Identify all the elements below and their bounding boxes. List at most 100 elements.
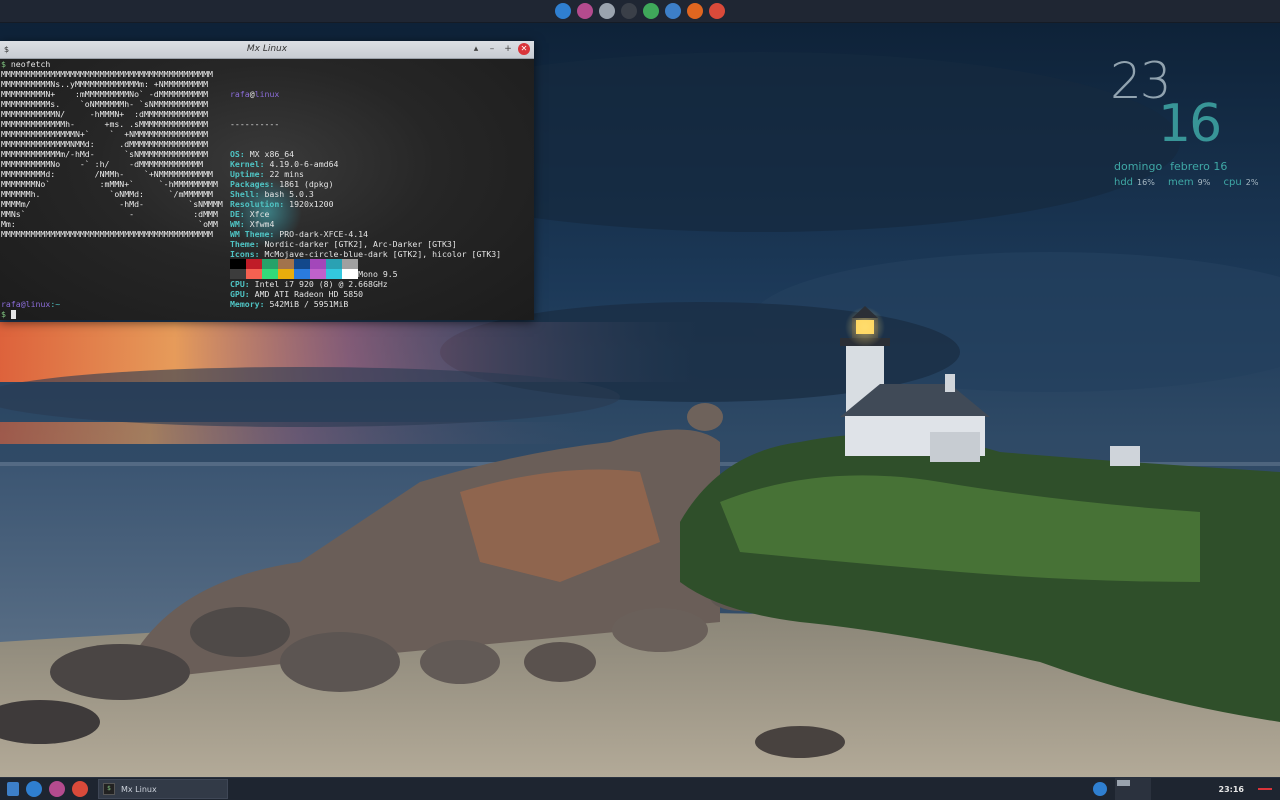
info-key: Icons:	[230, 249, 260, 259]
stat-label-cpu: cpu	[1223, 177, 1242, 188]
conky-clock-widget: 23 16 domingo febrero 16 hdd 16% mem 9% cpu…	[1110, 52, 1260, 192]
clock-weekday: domingo	[1114, 160, 1163, 173]
ascii-line: MMMMMMMMMMNo -` :h/ -dMMMMMMMMMMMMM	[1, 159, 204, 169]
info-row: Packages: 1861 (dpkg)	[230, 179, 501, 189]
info-row: Memory: 542MiB / 5951MiB	[230, 299, 501, 309]
info-value: 4.19.0-6-amd64	[264, 159, 339, 169]
trash-icon[interactable]	[599, 3, 615, 19]
mail-icon[interactable]	[49, 781, 65, 797]
workspace-thumbnail	[1116, 780, 1130, 786]
firefox-icon[interactable]	[687, 3, 703, 19]
info-key: Uptime:	[230, 169, 265, 179]
panel-clock[interactable]: 23:16	[1219, 785, 1244, 794]
stat-label-mem: mem	[1168, 177, 1194, 188]
maximize-button[interactable]: +	[502, 43, 514, 55]
palette-swatch	[310, 259, 326, 269]
command-text: neofetch	[5, 59, 51, 69]
info-key: WM:	[230, 219, 245, 229]
palette-swatch	[262, 259, 278, 269]
ascii-line: MMMMMMMMMMNs..yMMMMMMMMMMMMMm: +NMMMMMMM…	[1, 79, 209, 89]
taskbar-button-terminal[interactable]: $ Mx Linux	[98, 779, 228, 799]
stat-value-mem: 9%	[1197, 178, 1211, 187]
stat-value-hdd: 16%	[1137, 178, 1155, 187]
ascii-line: MMMMMMMMMMs. `oNMMMMMMh- `sNMMMMMMMMMMM	[1, 99, 209, 109]
clock-day: febrero 16	[1170, 160, 1228, 173]
whisker-menu-icon[interactable]	[7, 782, 19, 796]
info-value: MX x86_64	[244, 149, 295, 159]
palette-dark-row	[230, 259, 358, 269]
ascii-line: MMMMm/ -hMd- `sNMMMM	[1, 199, 223, 209]
window-controls: ▴ – + ✕	[470, 43, 530, 55]
palette-swatch	[246, 269, 262, 279]
close-button[interactable]: ✕	[518, 43, 530, 55]
neofetch-ascii-logo: MMMMMMMMMMMMMMMMMMMMMMMMMMMMMMMMMMMMMMMM…	[1, 69, 223, 239]
workspace-switcher[interactable]	[1114, 778, 1151, 800]
info-key: Packages:	[230, 179, 275, 189]
palette-swatch	[310, 269, 326, 279]
info-value: 542MiB / 5951MiB	[264, 299, 349, 309]
user-host-line: rafa@linux	[230, 89, 501, 99]
info-key: Memory:	[230, 299, 265, 309]
info-value: 1861 (dpkg)	[274, 179, 334, 189]
bottom-panel: $ Mx Linux 23:16	[0, 777, 1280, 800]
terminal-window[interactable]: $ Mx Linux ▴ – + ✕ $ neofetch MMMMMMMMMM…	[0, 41, 534, 320]
globe-icon[interactable]	[26, 781, 42, 797]
info-key: Kernel:	[230, 159, 265, 169]
panel-launchers	[0, 781, 88, 797]
palette-swatch	[294, 259, 310, 269]
palette-swatch	[342, 269, 358, 279]
ascii-line: MMMMMMMMMN+ :mMMMMMMMMMNo` -dMMMMMMMMMM	[1, 89, 209, 99]
ascii-line: MMNs` - :dMMM	[1, 209, 218, 219]
info-key: DE:	[230, 209, 245, 219]
stat-label-hdd: hdd	[1114, 177, 1134, 188]
search-icon[interactable]	[621, 3, 637, 19]
chrome-icon[interactable]	[72, 781, 88, 797]
command-line: $ neofetch	[1, 59, 50, 69]
info-key: CPU:	[230, 279, 250, 289]
info-row: Kernel: 4.19.0-6-amd64	[230, 159, 501, 169]
ascii-line: MMMMMMh. `oNMMd: `/mMMMMMM	[1, 189, 213, 199]
info-value: PRO-dark-XFCE-4.14	[274, 229, 369, 239]
ascii-line: MMMMMMMMMMMMMh- +ms. .sMMMMMMMMMMMMMM	[1, 119, 209, 129]
palette-swatch	[326, 269, 342, 279]
info-value: Intel i7 920 (8) @ 2.668GHz	[249, 279, 388, 289]
info-row: OS: MX x86_64	[230, 149, 501, 159]
color-palette	[230, 259, 358, 279]
info-row: Shell: bash 5.0.3	[230, 189, 501, 199]
media-player-icon[interactable]	[643, 3, 659, 19]
terminal-output[interactable]: $ neofetch MMMMMMMMMMMMMMMMMMMMMMMMMMMMM…	[0, 59, 534, 320]
network-icon[interactable]	[665, 3, 681, 19]
separator-line: ----------	[230, 119, 280, 129]
mail-icon[interactable]	[577, 3, 593, 19]
info-row: DE: Xfce	[230, 209, 501, 219]
palette-swatch	[230, 259, 246, 269]
palette-swatch	[262, 269, 278, 279]
info-key: Resolution:	[230, 199, 285, 209]
info-key: GPU:	[230, 289, 250, 299]
update-icon[interactable]	[1092, 782, 1107, 796]
text-cursor	[10, 310, 16, 319]
info-key: Theme:	[230, 239, 260, 249]
minimize-button[interactable]: –	[486, 43, 498, 55]
window-menu-icon[interactable]: $	[4, 45, 14, 54]
ascii-line: MMMMMMMMMd: /NMMh- `+NMMMMMMMMMMM	[1, 169, 213, 179]
prompt-user: rafa	[1, 299, 21, 309]
globe-icon[interactable]	[555, 3, 571, 19]
top-dock	[0, 0, 1280, 23]
input-prompt-symbol: $	[1, 309, 11, 319]
prompt-path: :~	[50, 299, 61, 309]
palette-swatch	[342, 259, 358, 269]
palette-swatch	[278, 259, 294, 269]
window-titlebar[interactable]: $ Mx Linux ▴ – + ✕	[0, 41, 534, 59]
info-value: AMD ATI Radeon HD 5850	[249, 289, 364, 299]
ascii-line: MMMMMMMNo` :mMMN+` `-hMMMMMMMMM	[1, 179, 218, 189]
info-row: CPU: Intel i7 920 (8) @ 2.668GHz	[230, 279, 501, 289]
username: rafa	[230, 89, 250, 99]
notification-indicator[interactable]	[1258, 788, 1272, 790]
shade-button[interactable]: ▴	[470, 43, 482, 55]
input-line[interactable]: $	[1, 309, 16, 319]
chrome-icon[interactable]	[709, 3, 725, 19]
info-row: Resolution: 1920x1200	[230, 199, 501, 209]
clock-date: domingo febrero 16	[1114, 160, 1235, 173]
info-row: WM Theme: PRO-dark-XFCE-4.14	[230, 229, 501, 239]
